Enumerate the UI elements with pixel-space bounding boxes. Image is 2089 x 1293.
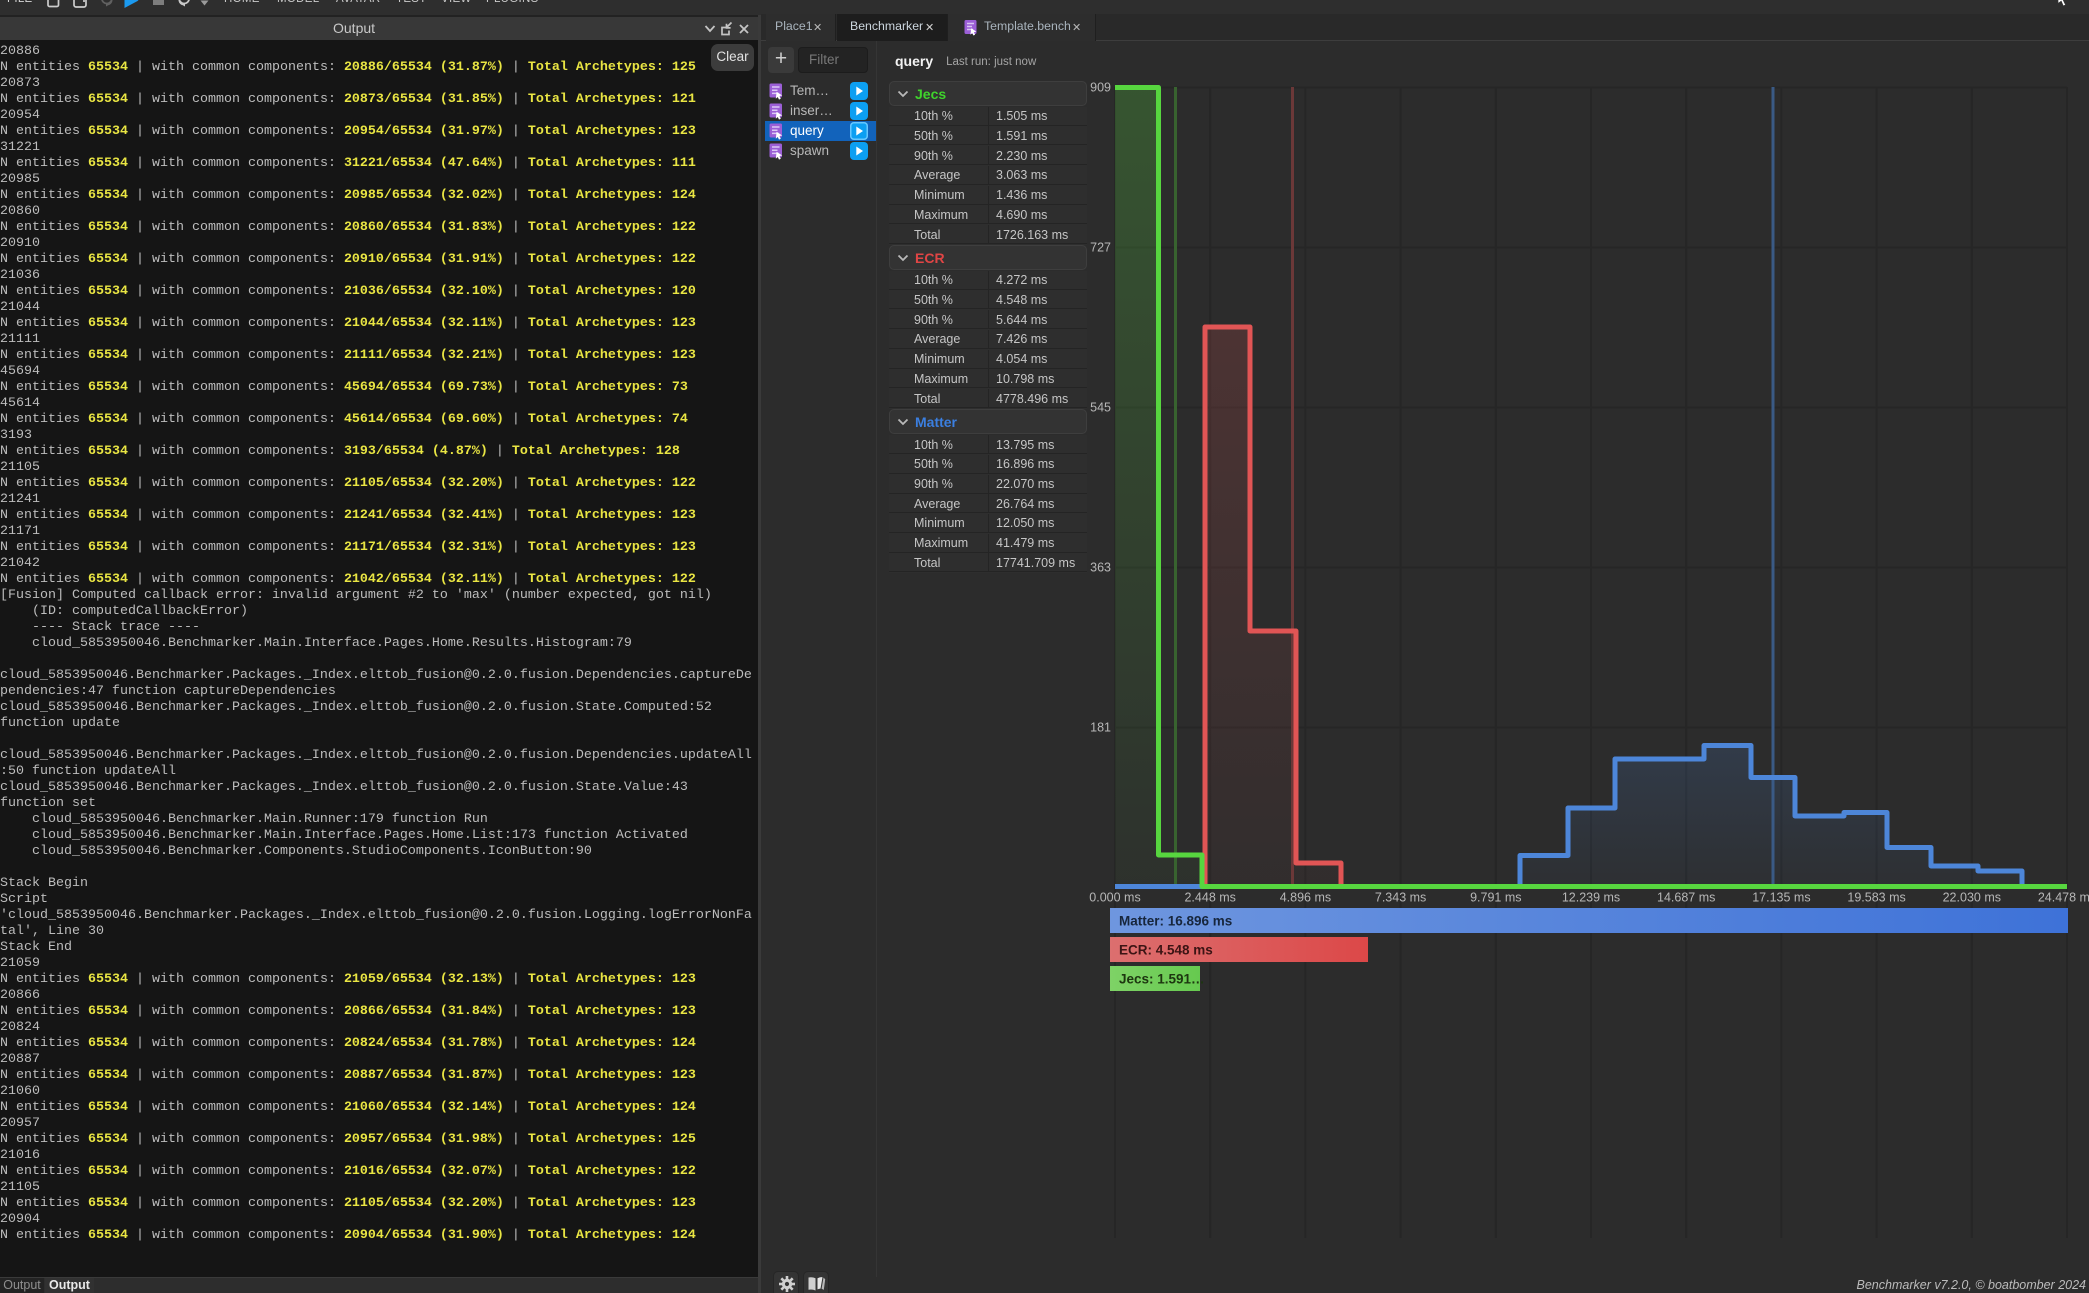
svg-text:2.448 ms: 2.448 ms — [1184, 891, 1235, 905]
svg-text:363: 363 — [1090, 561, 1111, 575]
svg-text:7.343 ms: 7.343 ms — [1375, 891, 1426, 905]
svg-text:9.791 ms: 9.791 ms — [1470, 891, 1521, 905]
svg-text:19.583 ms: 19.583 ms — [1847, 891, 1905, 905]
svg-text:14.687 ms: 14.687 ms — [1657, 891, 1715, 905]
svg-text:0.000 ms: 0.000 ms — [1089, 891, 1140, 905]
svg-text:Jecs: 1.591…: Jecs: 1.591… — [1119, 972, 1205, 987]
svg-text:24.478 ms: 24.478 ms — [2038, 891, 2089, 905]
svg-text:4.896 ms: 4.896 ms — [1280, 891, 1331, 905]
svg-text:12.239 ms: 12.239 ms — [1562, 891, 1620, 905]
svg-text:17.135 ms: 17.135 ms — [1752, 891, 1810, 905]
svg-text:22.030 ms: 22.030 ms — [1943, 891, 2001, 905]
svg-text:181: 181 — [1090, 721, 1111, 735]
svg-text:909: 909 — [1090, 81, 1111, 95]
svg-text:Matter: 16.896 ms: Matter: 16.896 ms — [1119, 914, 1232, 929]
svg-text:ECR: 4.548 ms: ECR: 4.548 ms — [1119, 943, 1213, 958]
svg-text:545: 545 — [1090, 401, 1111, 415]
svg-text:727: 727 — [1090, 241, 1111, 255]
